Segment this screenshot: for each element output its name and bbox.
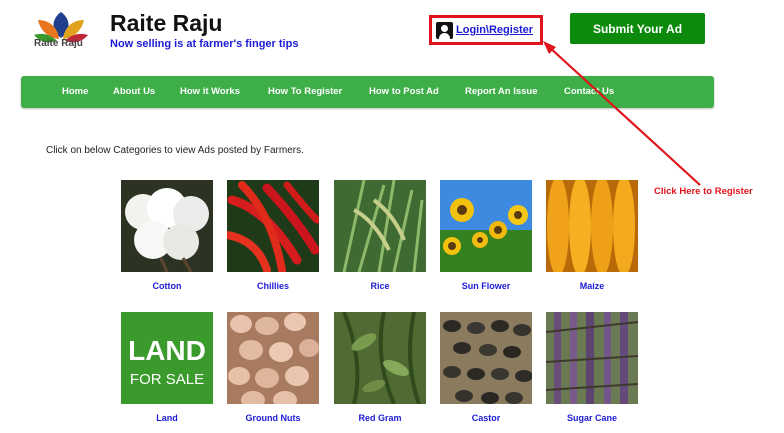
category-label-red-gram[interactable]: Red Gram xyxy=(334,413,426,423)
category-image-ground-nuts[interactable] xyxy=(227,312,319,404)
land-image-text-2: FOR SALE xyxy=(130,371,204,388)
category-image-cotton[interactable] xyxy=(121,180,213,272)
category-label-rice[interactable]: Rice xyxy=(334,281,426,291)
category-image-chillies[interactable] xyxy=(227,180,319,272)
category-label-ground-nuts[interactable]: Ground Nuts xyxy=(227,413,319,423)
category-label-maize[interactable]: Maize xyxy=(546,281,638,291)
nav-how-to-register[interactable]: How To Register xyxy=(268,86,342,97)
nav-contact-us[interactable]: Contact Us xyxy=(564,86,614,97)
category-image-sun-flower[interactable] xyxy=(440,180,532,272)
logo-text: Raite Raju xyxy=(34,38,83,49)
annotation-text: Click Here to Register xyxy=(654,186,753,197)
category-label-castor[interactable]: Castor xyxy=(440,413,532,423)
user-icon xyxy=(436,21,453,39)
category-image-maize[interactable] xyxy=(546,180,638,272)
category-label-sun-flower[interactable]: Sun Flower xyxy=(440,281,532,291)
category-image-land[interactable]: LAND FOR SALE xyxy=(121,312,213,404)
category-label-land[interactable]: Land xyxy=(121,413,213,423)
login-register-link[interactable]: Login\Register xyxy=(436,21,533,39)
login-register-label[interactable]: Login\Register xyxy=(456,24,533,36)
site-tagline: Now selling is at farmer's finger tips xyxy=(110,38,299,50)
category-image-sugar-cane[interactable] xyxy=(546,312,638,404)
submit-ad-button[interactable]: Submit Your Ad xyxy=(570,13,705,44)
nav-about-us[interactable]: About Us xyxy=(113,86,155,97)
category-label-cotton[interactable]: Cotton xyxy=(121,281,213,291)
nav-how-it-works[interactable]: How it Works xyxy=(180,86,240,97)
intro-text: Click on below Categories to view Ads po… xyxy=(46,145,304,156)
land-image-text-1: LAND xyxy=(128,335,206,366)
nav-report-issue[interactable]: Report An Issue xyxy=(465,86,538,97)
nav-how-to-post-ad[interactable]: How to Post Ad xyxy=(369,86,439,97)
category-image-red-gram[interactable] xyxy=(334,312,426,404)
category-label-sugar-cane[interactable]: Sugar Cane xyxy=(546,413,638,423)
category-image-castor[interactable] xyxy=(440,312,532,404)
category-image-rice[interactable] xyxy=(334,180,426,272)
site-title[interactable]: Raite Raju xyxy=(110,10,222,37)
main-nav: Home About Us How it Works How To Regist… xyxy=(21,76,714,108)
nav-home[interactable]: Home xyxy=(62,86,88,97)
category-label-chillies[interactable]: Chillies xyxy=(227,281,319,291)
